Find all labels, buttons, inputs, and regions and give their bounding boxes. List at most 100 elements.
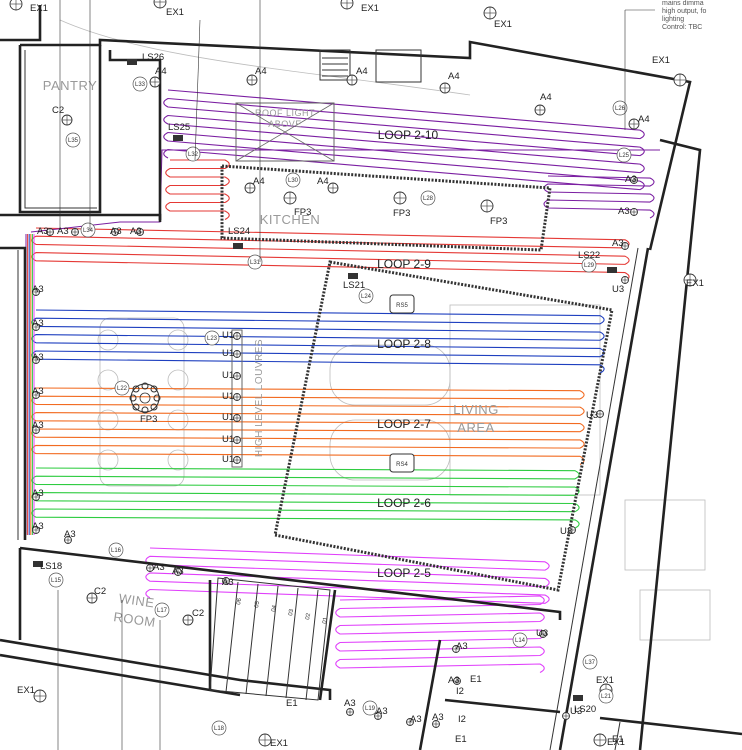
circuit-tag-label: L26 xyxy=(615,106,626,112)
a4-label: A4 xyxy=(540,92,552,103)
i2-label: I2 xyxy=(456,686,464,697)
e1-label: E1 xyxy=(286,698,298,709)
u1-uplighter xyxy=(233,436,241,444)
a4-downlight xyxy=(534,104,546,116)
a3-label: A3 xyxy=(456,641,468,652)
u3-label: U3 xyxy=(586,410,598,421)
circuit-tag-label: L37 xyxy=(585,660,596,666)
loop-label: LOOP 2-7 xyxy=(377,417,431,431)
rs4-label: RS4 xyxy=(396,462,408,468)
a3-label: A3 xyxy=(618,206,630,217)
circuit-tag: L19 xyxy=(362,700,378,716)
a4-label: A4 xyxy=(317,176,329,187)
a3-label: A3 xyxy=(344,698,356,709)
loop-label: LOOP 2-5 xyxy=(377,566,431,580)
circuit-tag: L37 xyxy=(582,654,598,670)
u1-label: U1 xyxy=(222,370,234,381)
roof-light-label: ROOF LIGHT xyxy=(255,108,315,118)
u1-uplighter xyxy=(233,332,241,340)
circuit-tag-label: L14 xyxy=(515,638,526,644)
ex1-label: EX1 xyxy=(166,7,184,18)
ex1-light xyxy=(153,0,167,9)
ex1-light xyxy=(483,6,497,20)
loop-2-9-left xyxy=(165,159,230,220)
stair-number: 02 xyxy=(305,612,312,620)
stair-number: 05 xyxy=(254,600,261,608)
u1-uplighter xyxy=(233,414,241,422)
a3-label: A3 xyxy=(57,226,69,237)
note-line: mains dimma xyxy=(662,0,704,7)
ex1-label: EX1 xyxy=(270,738,288,749)
circuit-tag: L28 xyxy=(420,190,436,206)
circuit-tag-label: L34 xyxy=(83,228,94,234)
i2-label: I2 xyxy=(458,714,466,725)
ex1-light xyxy=(593,733,607,747)
room-sensor-rs5: RS5 xyxy=(389,294,415,314)
light-sensor xyxy=(348,273,358,279)
loop-2-9-left-pipe xyxy=(165,159,230,220)
circuit-tag: L22 xyxy=(114,380,130,396)
a3-downlight xyxy=(630,208,638,216)
light-sensor xyxy=(573,695,583,701)
u1-label: U1 xyxy=(222,412,234,423)
loop-label: LOOP 2-6 xyxy=(377,496,431,510)
ex1-label: EX1 xyxy=(686,278,704,289)
note-line: high output, fo xyxy=(662,8,706,15)
fp3-pendant xyxy=(283,191,297,205)
room-label-wine-2: ROOM xyxy=(113,609,157,630)
circuit-tag-label: L21 xyxy=(601,694,612,700)
a3-downlight xyxy=(71,228,79,236)
loop-label: LOOP 2-8 xyxy=(377,337,431,351)
circuit-tag: L35 xyxy=(65,132,81,148)
a4-label: A4 xyxy=(356,66,368,77)
rs5-label: RS5 xyxy=(396,303,408,309)
circuit-tag-label: L31 xyxy=(250,260,261,266)
fp3-label: FP3 xyxy=(490,216,507,227)
a3-label: A3 xyxy=(32,420,44,431)
room-sensor-rs4: RS4 xyxy=(389,453,415,473)
circuit-tag-label: L25 xyxy=(619,153,630,159)
sensor-label: LS18 xyxy=(40,561,62,572)
ex1-label: EX1 xyxy=(652,55,670,66)
sensor-label: LS26 xyxy=(142,52,164,63)
loop-label: LOOP 2-9 xyxy=(377,257,431,271)
note-line: lighting xyxy=(662,16,684,23)
u1-label: U1 xyxy=(222,330,234,341)
roof-light: ROOF LIGHT ABOVE xyxy=(235,102,335,162)
a3-label: A3 xyxy=(172,566,184,577)
e1-label: E1 xyxy=(455,734,467,745)
fireplace-fp3 xyxy=(129,382,161,414)
walls xyxy=(0,5,742,750)
leader-line xyxy=(194,19,201,161)
a4-label: A4 xyxy=(638,114,650,125)
circuit-tag: L15 xyxy=(48,572,64,588)
ex1-light xyxy=(9,0,23,11)
fp3-pendant xyxy=(393,191,407,205)
ex1-light xyxy=(673,73,687,87)
ex1-label: EX1 xyxy=(17,685,35,696)
a3-label: A3 xyxy=(37,226,49,237)
c2-label: C2 xyxy=(94,586,106,597)
circuit-tag-label: L24 xyxy=(361,294,372,300)
circuit-tag: L25 xyxy=(616,147,632,163)
u1-uplighter xyxy=(233,393,241,401)
c2-label: C2 xyxy=(52,105,64,116)
a3-label: A3 xyxy=(32,521,44,532)
a3-label: A3 xyxy=(432,712,444,723)
ex1-light xyxy=(33,689,47,703)
a3-label: A3 xyxy=(448,675,460,686)
circuit-tag-label: L18 xyxy=(214,726,225,732)
sensor-label: LS25 xyxy=(168,122,190,133)
sensor-label: LS21 xyxy=(343,280,365,291)
circuit-tag: L32 xyxy=(185,146,201,162)
a3-label: A3 xyxy=(625,174,637,185)
room-label-pantry: PANTRY xyxy=(43,78,98,93)
circuit-tag: L14 xyxy=(512,632,528,648)
a3-label: A3 xyxy=(612,238,624,249)
circuit-tag-label: L23 xyxy=(207,336,218,342)
circuit-tag: L21 xyxy=(598,688,614,704)
circuit-tag-label: L15 xyxy=(51,578,62,584)
roof-light-label-2: ABOVE xyxy=(268,119,302,129)
c2-light xyxy=(61,114,73,126)
u3-uplighter xyxy=(562,712,570,720)
